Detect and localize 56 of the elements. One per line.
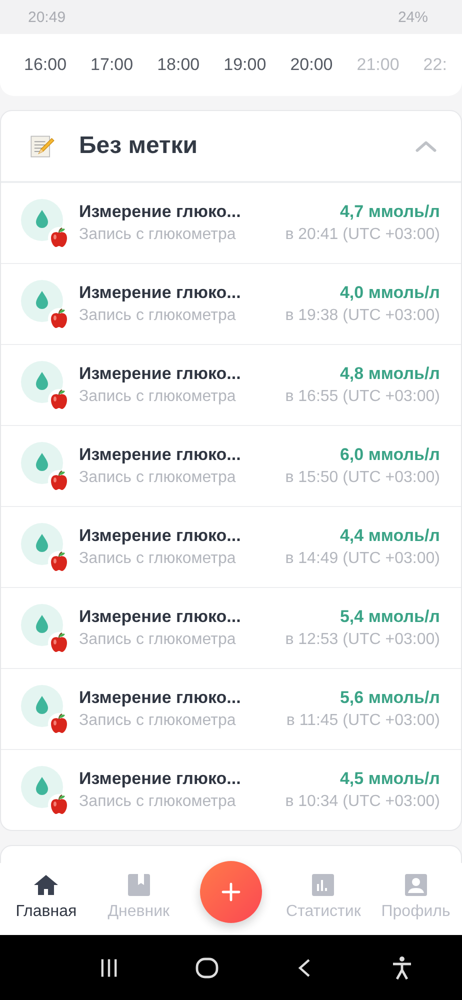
person-icon — [404, 873, 428, 897]
entry-title: Измерение глюко... — [79, 607, 242, 627]
glucose-value: 5,4 ммоль/л — [340, 607, 440, 627]
entry-title: Измерение глюко... — [79, 445, 242, 465]
bar-chart-icon — [311, 873, 336, 897]
entry-source: Запись с глюкометра — [79, 712, 237, 730]
entry-time: в 19:38 (UTC +03:00) — [285, 307, 440, 325]
section-title: Без метки — [79, 132, 198, 160]
battery-level: 24% — [398, 8, 428, 26]
glucose-entry[interactable]: Измерение глюко... Запись с глюкометра 6,0 ммоль/л в 15:50 (UTC +03:00) — [1, 426, 461, 507]
glucose-value: 4,0 ммоль/л — [340, 283, 440, 303]
entry-time: в 11:45 (UTC +03:00) — [286, 712, 440, 730]
entry-source: Запись с глюкометра — [79, 388, 237, 406]
glucose-value: 6,0 ммоль/л — [340, 445, 440, 465]
nav-tab[interactable]: Главная — [0, 873, 92, 921]
entry-source: Запись с глюкометра — [79, 469, 237, 487]
book-icon — [126, 873, 151, 897]
entry-title: Измерение глюко... — [79, 202, 242, 222]
timeline-hour[interactable]: 16:00 — [24, 55, 67, 75]
add-button[interactable] — [200, 861, 262, 923]
glucose-value: 4,7 ммоль/л — [340, 202, 440, 222]
timeline-hour[interactable]: 20:00 — [290, 55, 333, 75]
timeline-hour[interactable]: 19:00 — [224, 55, 266, 75]
timeline-hour[interactable]: 18:00 — [157, 55, 200, 75]
status-time: 20:49 — [28, 8, 66, 26]
glucose-value: 5,6 ммоль/л — [340, 688, 440, 708]
plus-icon — [221, 882, 242, 902]
entry-time: в 10:34 (UTC +03:00) — [285, 793, 440, 811]
glucose-entry[interactable]: Измерение глюко... Запись с глюкометра 4,5 ммоль/л в 10:34 (UTC +03:00) — [1, 750, 461, 830]
entry-time: в 16:55 (UTC +03:00) — [285, 388, 440, 406]
entry-title: Измерение глюко... — [79, 283, 242, 303]
entry-time: в 12:53 (UTC +03:00) — [285, 631, 440, 649]
entry-title: Измерение глюко... — [79, 769, 242, 789]
entry-title: Измерение глюко... — [79, 688, 242, 708]
entry-time: в 20:41 (UTC +03:00) — [285, 226, 440, 244]
entry-time: в 15:50 (UTC +03:00) — [285, 469, 440, 487]
timeline-hour[interactable]: 17:00 — [90, 55, 134, 75]
glucose-value: 4,5 ммоль/л — [340, 769, 440, 789]
memo-icon — [29, 133, 55, 159]
glucose-value: 4,4 ммоль/л — [340, 526, 440, 546]
entry-source: Запись с глюкометра — [79, 631, 237, 649]
glucose-entry[interactable]: Измерение глюко... Запись с глюкометра 4,4 ммоль/л в 14:49 (UTC +03:00) — [1, 507, 461, 588]
glucose-value: 4,8 ммоль/л — [340, 364, 440, 384]
entry-title: Измерение глюко... — [79, 526, 242, 546]
entry-title: Измерение глюко... — [79, 364, 242, 384]
home-icon — [33, 873, 60, 897]
entry-time: в 14:49 (UTC +03:00) — [285, 550, 440, 568]
glucose-entry[interactable]: Измерение глюко... Запись с глюкометра 4,0 ммоль/л в 19:38 (UTC +03:00) — [1, 264, 461, 345]
entry-source: Запись с глюкометра — [79, 226, 237, 244]
entry-source: Запись с глюкометра — [79, 793, 237, 811]
glucose-entry[interactable]: Измерение глюко... Запись с глюкометра 5,6 ммоль/л в 11:45 (UTC +03:00) — [1, 669, 461, 750]
entry-source: Запись с глюкометра — [79, 307, 237, 325]
glucose-entry[interactable]: Измерение глюко... Запись с глюкометра 4,7 ммоль/л в 20:41 (UTC +03:00) — [1, 183, 461, 264]
glucose-entry[interactable]: Измерение глюко... Запись с глюкометра 4,8 ммоль/л в 16:55 (UTC +03:00) — [1, 345, 461, 426]
entry-source: Запись с глюкометра — [79, 550, 237, 568]
glucose-entry[interactable]: Измерение глюко... Запись с глюкометра 5,4 ммоль/л в 12:53 (UTC +03:00) — [1, 588, 461, 669]
